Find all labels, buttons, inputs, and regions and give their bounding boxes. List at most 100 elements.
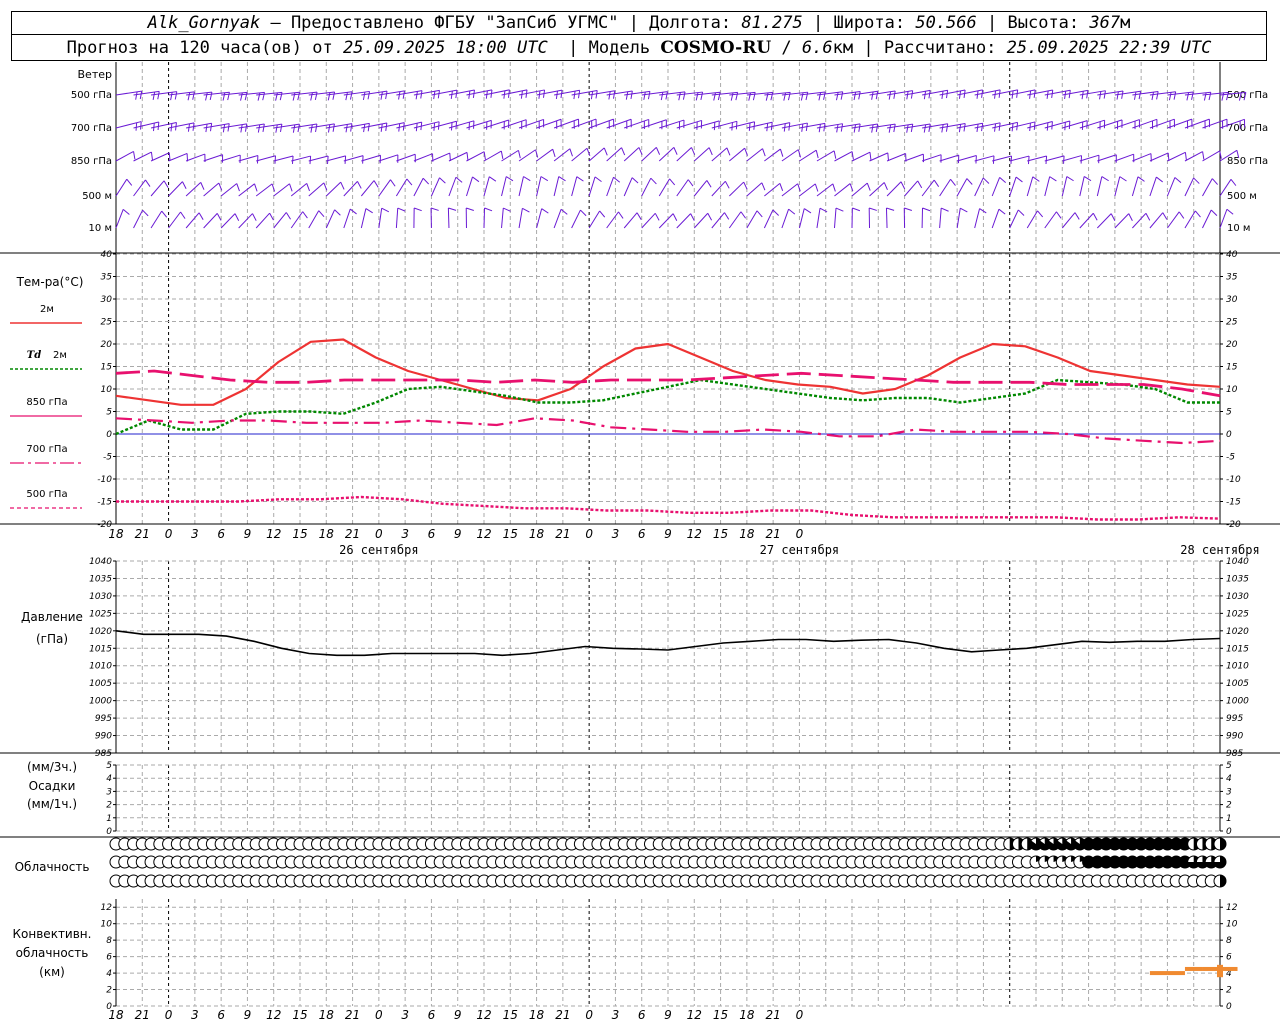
wind-barb-feather xyxy=(950,178,956,186)
wind-barb-feather xyxy=(835,207,844,212)
wind-barb-feather xyxy=(140,121,142,130)
wind-barb-feather xyxy=(398,91,401,100)
y-tick-label-left: 5 xyxy=(106,408,112,418)
time-tick-label-bottom: 15 xyxy=(503,1008,518,1022)
time-tick-label-bottom: 18 xyxy=(108,1008,124,1022)
wind-barb-feather xyxy=(318,210,325,218)
y-tick-label-left: -10 xyxy=(97,475,112,485)
wind-barb-feather xyxy=(672,213,678,221)
wind-barb xyxy=(606,177,614,197)
wind-barb-feather xyxy=(853,124,857,133)
wind-barb xyxy=(711,147,728,162)
wind-barb xyxy=(693,180,708,197)
time-tick-label: 15 xyxy=(503,527,518,541)
wind-barb xyxy=(764,148,781,162)
wind-barb-feather xyxy=(227,92,230,101)
wind-barb-feather xyxy=(869,207,877,211)
wind-barb-feather xyxy=(706,180,712,188)
wind-barb-feather xyxy=(1193,177,1200,184)
cloud-title: Облачность xyxy=(15,860,90,874)
wind-barb-feather xyxy=(1056,211,1062,219)
y-tick-label-right: 4 xyxy=(1226,774,1232,784)
wind-barb xyxy=(518,208,523,229)
wind-barb-feather xyxy=(455,176,463,183)
wind-barb-feather xyxy=(748,92,752,101)
time-tick-label-bottom: 15 xyxy=(713,1008,728,1022)
wind-barb-feather xyxy=(599,210,606,218)
wind-barb-feather xyxy=(327,124,331,133)
wind-barb-feather xyxy=(906,124,909,133)
time-tick-label: 9 xyxy=(664,527,672,541)
wind-barb xyxy=(1009,155,1030,162)
wind-barb xyxy=(1114,213,1130,229)
wind-barb xyxy=(1096,213,1112,229)
wind-barb-feather xyxy=(731,122,733,131)
wind-level-label-right: 850 гПа xyxy=(1227,156,1268,167)
wind-barb xyxy=(974,208,981,229)
wind-barb xyxy=(658,147,675,162)
wind-barb-feather xyxy=(851,151,854,160)
wind-barb-feather xyxy=(594,176,602,183)
wind-barb xyxy=(343,181,358,197)
wind-barb-feather xyxy=(910,123,914,133)
wind-barb-feather xyxy=(735,92,739,101)
y-tick-label-right: 5 xyxy=(1226,408,1232,418)
wind-barb xyxy=(413,178,424,197)
y-tick-label-right: 1000 xyxy=(1226,697,1249,707)
y-tick-label-left: 20 xyxy=(101,340,113,350)
wind-barb-feather xyxy=(958,124,962,133)
wind-barb xyxy=(1131,176,1139,197)
wind-barb-feather xyxy=(655,147,661,155)
wind-barb-feather xyxy=(523,176,531,182)
wind-barb xyxy=(308,182,325,197)
meteogram-plot: Ветер 500 гПа 500 гПа 700 гПа 700 гПа 850 гПа… xyxy=(0,62,1280,1022)
y-tick-label-right: 1020 xyxy=(1226,627,1249,637)
wind-barb-feather xyxy=(621,147,626,156)
wind-barb xyxy=(921,179,935,197)
wind-barb-feather xyxy=(240,92,243,101)
wind-barb xyxy=(360,208,367,229)
wind-barb xyxy=(360,180,375,197)
wind-barb xyxy=(325,181,342,197)
wind-barb xyxy=(623,212,638,229)
wind-barb-feather xyxy=(150,152,153,161)
y-tick-label-left: 1000 xyxy=(89,697,112,707)
wind-barb xyxy=(203,154,223,162)
conv-bar xyxy=(1217,964,1223,978)
time-tick-label: 18 xyxy=(319,527,335,541)
wind-barb-feather xyxy=(314,92,318,101)
wind-barb-feather xyxy=(1103,90,1106,99)
wind-barb-feather xyxy=(345,124,348,133)
wind-barb-feather xyxy=(966,178,973,185)
precip-unit-1h: (мм/1ч.) xyxy=(27,797,77,811)
wind-barb-feather xyxy=(823,91,826,100)
wind-barb xyxy=(168,152,188,162)
wind-barb-feather xyxy=(893,90,896,99)
wind-barb-feather xyxy=(569,148,573,157)
time-tick-label-bottom: 21 xyxy=(345,1008,360,1022)
y-tick-label-right: 25 xyxy=(1226,318,1238,328)
wind-barb-feather xyxy=(275,124,278,133)
wind-barb-feather xyxy=(981,123,984,132)
wind-barb xyxy=(1202,150,1221,162)
wind-barb xyxy=(273,212,287,229)
wind-barb xyxy=(886,181,902,197)
time-tick-label-bottom: 3 xyxy=(401,1008,409,1022)
wind-barb xyxy=(255,212,270,229)
time-tick-label: 12 xyxy=(476,527,491,541)
wind-barb-feather xyxy=(1156,176,1163,183)
wind-barb xyxy=(1079,212,1094,229)
wind-barb xyxy=(1079,176,1085,197)
wind-barb xyxy=(1044,176,1051,197)
wind-barb xyxy=(378,154,399,162)
wind-barb xyxy=(326,155,346,162)
wind-barb-feather xyxy=(380,91,383,100)
wind-barb-feather xyxy=(135,91,138,100)
wind-barb xyxy=(1132,153,1152,162)
wind-barb-feather xyxy=(1173,91,1177,100)
time-tick-label: 6 xyxy=(428,527,436,541)
time-tick-label: 18 xyxy=(108,527,124,541)
legend-label: 500 гПа xyxy=(26,489,67,500)
wind-barb-feather xyxy=(279,124,283,133)
y-tick-label-right: 30 xyxy=(1226,295,1238,305)
